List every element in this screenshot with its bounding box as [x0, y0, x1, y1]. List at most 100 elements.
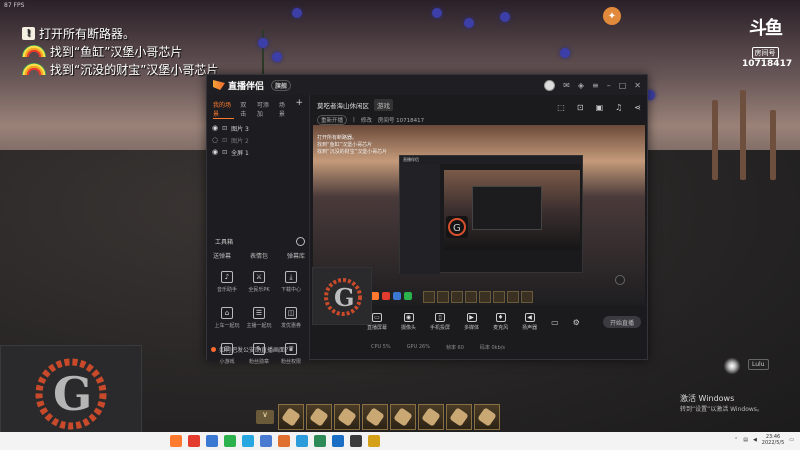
firefox-icon[interactable]: [170, 435, 182, 447]
video-icon[interactable]: ▭: [551, 318, 559, 327]
explorer-icon[interactable]: [260, 435, 272, 447]
lock-icon[interactable]: ⊡: [222, 125, 227, 132]
record-icon[interactable]: ⬚: [557, 103, 565, 112]
network-icon[interactable]: ▤: [743, 437, 748, 443]
tool-link[interactable]: 弹幕库: [287, 251, 305, 260]
maximize-icon[interactable]: □: [619, 81, 627, 90]
tray-up-icon[interactable]: ⌃: [734, 437, 738, 443]
message-icon[interactable]: ✉: [563, 81, 570, 90]
hotbar-slot[interactable]: [446, 404, 472, 430]
tool-download[interactable]: ⤓ 下载中心: [275, 271, 307, 293]
scene-item[interactable]: ◉ ⊡ 图片 3: [207, 122, 309, 134]
hotbar-slot[interactable]: [306, 404, 332, 430]
speaker-icon: ◀: [524, 313, 535, 322]
qq-icon[interactable]: [242, 435, 254, 447]
tab-scene[interactable]: 场景: [279, 100, 290, 119]
nested-app-window: 直播伴侣 G: [399, 155, 583, 274]
start-live-button[interactable]: 开始直播: [603, 316, 641, 328]
camera-button[interactable]: ◉ 摄像头: [401, 313, 416, 331]
hotbar-slot[interactable]: [418, 404, 444, 430]
share-icon[interactable]: ⋖: [634, 103, 641, 112]
menu-icon[interactable]: ≡: [592, 81, 599, 90]
add-scene-icon[interactable]: +: [295, 99, 303, 119]
tool-link[interactable]: 送弹幕: [213, 251, 231, 260]
cpu-stat: CPU 5%: [371, 344, 391, 350]
game-icon[interactable]: [314, 435, 326, 447]
window-icon[interactable]: ▣: [596, 103, 604, 112]
hotbar-slot[interactable]: [278, 404, 304, 430]
lock-icon[interactable]: ⊡: [577, 103, 584, 112]
lock-icon[interactable]: ⊡: [222, 137, 227, 144]
edit-link[interactable]: 修改: [361, 116, 372, 124]
streaming-app-icon[interactable]: [278, 435, 290, 447]
scene-item[interactable]: ◌ ⊡ 图片 2: [207, 134, 309, 146]
room-title[interactable]: 莫吃者海山休闲区: [317, 100, 369, 110]
quest-item: 找到“鱼缸”汉堡小哥芯片: [22, 42, 218, 60]
mic-button[interactable]: ♦ 麦克风: [493, 313, 508, 331]
windows-taskbar: ⌃ ▤ ◀ 23:46 2022/5/5 ▭: [0, 432, 800, 450]
wechat-icon[interactable]: [224, 435, 236, 447]
lock-icon[interactable]: ⊡: [222, 149, 227, 156]
tool-car[interactable]: ⌂ 上车一起玩: [211, 307, 243, 329]
rainbow-icon: [22, 45, 46, 57]
room-category-tag[interactable]: 游戏: [374, 99, 393, 111]
app-icon: [393, 292, 401, 300]
folder-icon[interactable]: [368, 435, 380, 447]
terminal-icon[interactable]: [350, 435, 362, 447]
hotbar-slot[interactable]: [334, 404, 360, 430]
app-badge: 旗舰: [271, 79, 292, 91]
steam-icon[interactable]: [332, 435, 344, 447]
help-link[interactable]: 如何把发公安助直播画面？: [207, 345, 291, 354]
tool-pk[interactable]: ⚔ 全民乐PK: [243, 271, 275, 293]
preview-hotbar: [423, 291, 533, 303]
eye-icon[interactable]: ◉: [212, 124, 218, 132]
speaker-button[interactable]: ◀ 扬声器: [522, 313, 537, 331]
avatar[interactable]: [544, 79, 556, 91]
minimize-icon[interactable]: –: [607, 81, 611, 90]
settings-circle-icon[interactable]: [296, 237, 305, 246]
chrome-icon[interactable]: [206, 435, 218, 447]
close-icon[interactable]: ✕: [634, 81, 641, 90]
phone-icon: ▯: [435, 313, 446, 322]
hotbar-slot[interactable]: [390, 404, 416, 430]
wps-icon[interactable]: [188, 435, 200, 447]
clock[interactable]: 23:46 2022/5/5: [762, 434, 784, 446]
preview-quest-list: 打开所有断路器。 找到“鱼缸”汉堡小哥芯片 找到“沉没的财宝”汉堡小哥芯片: [317, 135, 387, 156]
eye-icon[interactable]: ◌: [212, 136, 218, 144]
svg-text:G: G: [453, 223, 461, 234]
scene-item[interactable]: ◉ ⊡ 全屏 1: [207, 146, 309, 158]
volume-icon[interactable]: ◀: [753, 437, 757, 443]
play-icon: ▶: [466, 313, 477, 322]
app-icon: [382, 292, 390, 300]
bell-icon[interactable]: ♫: [615, 103, 622, 112]
tab-double[interactable]: 双击: [240, 100, 251, 119]
tab-my-scenes[interactable]: 我的场景: [213, 100, 235, 119]
hotbar-slot[interactable]: [362, 404, 388, 430]
tool-coupon[interactable]: ◫ 发优惠券: [275, 307, 307, 329]
g-logo-icon: G: [448, 218, 466, 236]
room-id: 10718417: [742, 59, 793, 69]
eye-icon[interactable]: ◉: [212, 148, 218, 156]
room-number-text: 房间号 10718417: [377, 118, 425, 124]
edge-icon[interactable]: [296, 435, 308, 447]
hotbar-toggle[interactable]: ∨: [256, 410, 274, 424]
box-icon: ◫: [285, 307, 297, 319]
tool-label: 主播一起玩: [246, 323, 272, 329]
tool-music[interactable]: ♪ 音乐助手: [211, 271, 243, 293]
phone-cast-button[interactable]: ▯ 手机投屏: [430, 313, 450, 331]
tool-link[interactable]: 表情包: [250, 251, 268, 260]
tab-addable[interactable]: 可添加: [257, 100, 273, 119]
hotbar-slot[interactable]: [474, 404, 500, 430]
skin-icon[interactable]: ◈: [578, 81, 584, 90]
settings-icon[interactable]: ⚙: [573, 318, 580, 327]
app-icon: [404, 292, 412, 300]
toolbox-label: 工具箱: [215, 239, 234, 246]
hotbar-slot: [507, 291, 519, 303]
tool-play-together[interactable]: ☰ 主播一起玩: [243, 307, 275, 329]
media-button[interactable]: ▶ 多媒体: [464, 313, 479, 331]
quest-text: 打开所有断路器。: [39, 26, 136, 41]
blue-flower: [500, 12, 510, 22]
notification-icon[interactable]: ▭: [789, 437, 794, 443]
restart-live-pill[interactable]: 重新开播: [317, 115, 348, 125]
reed: [770, 110, 776, 180]
